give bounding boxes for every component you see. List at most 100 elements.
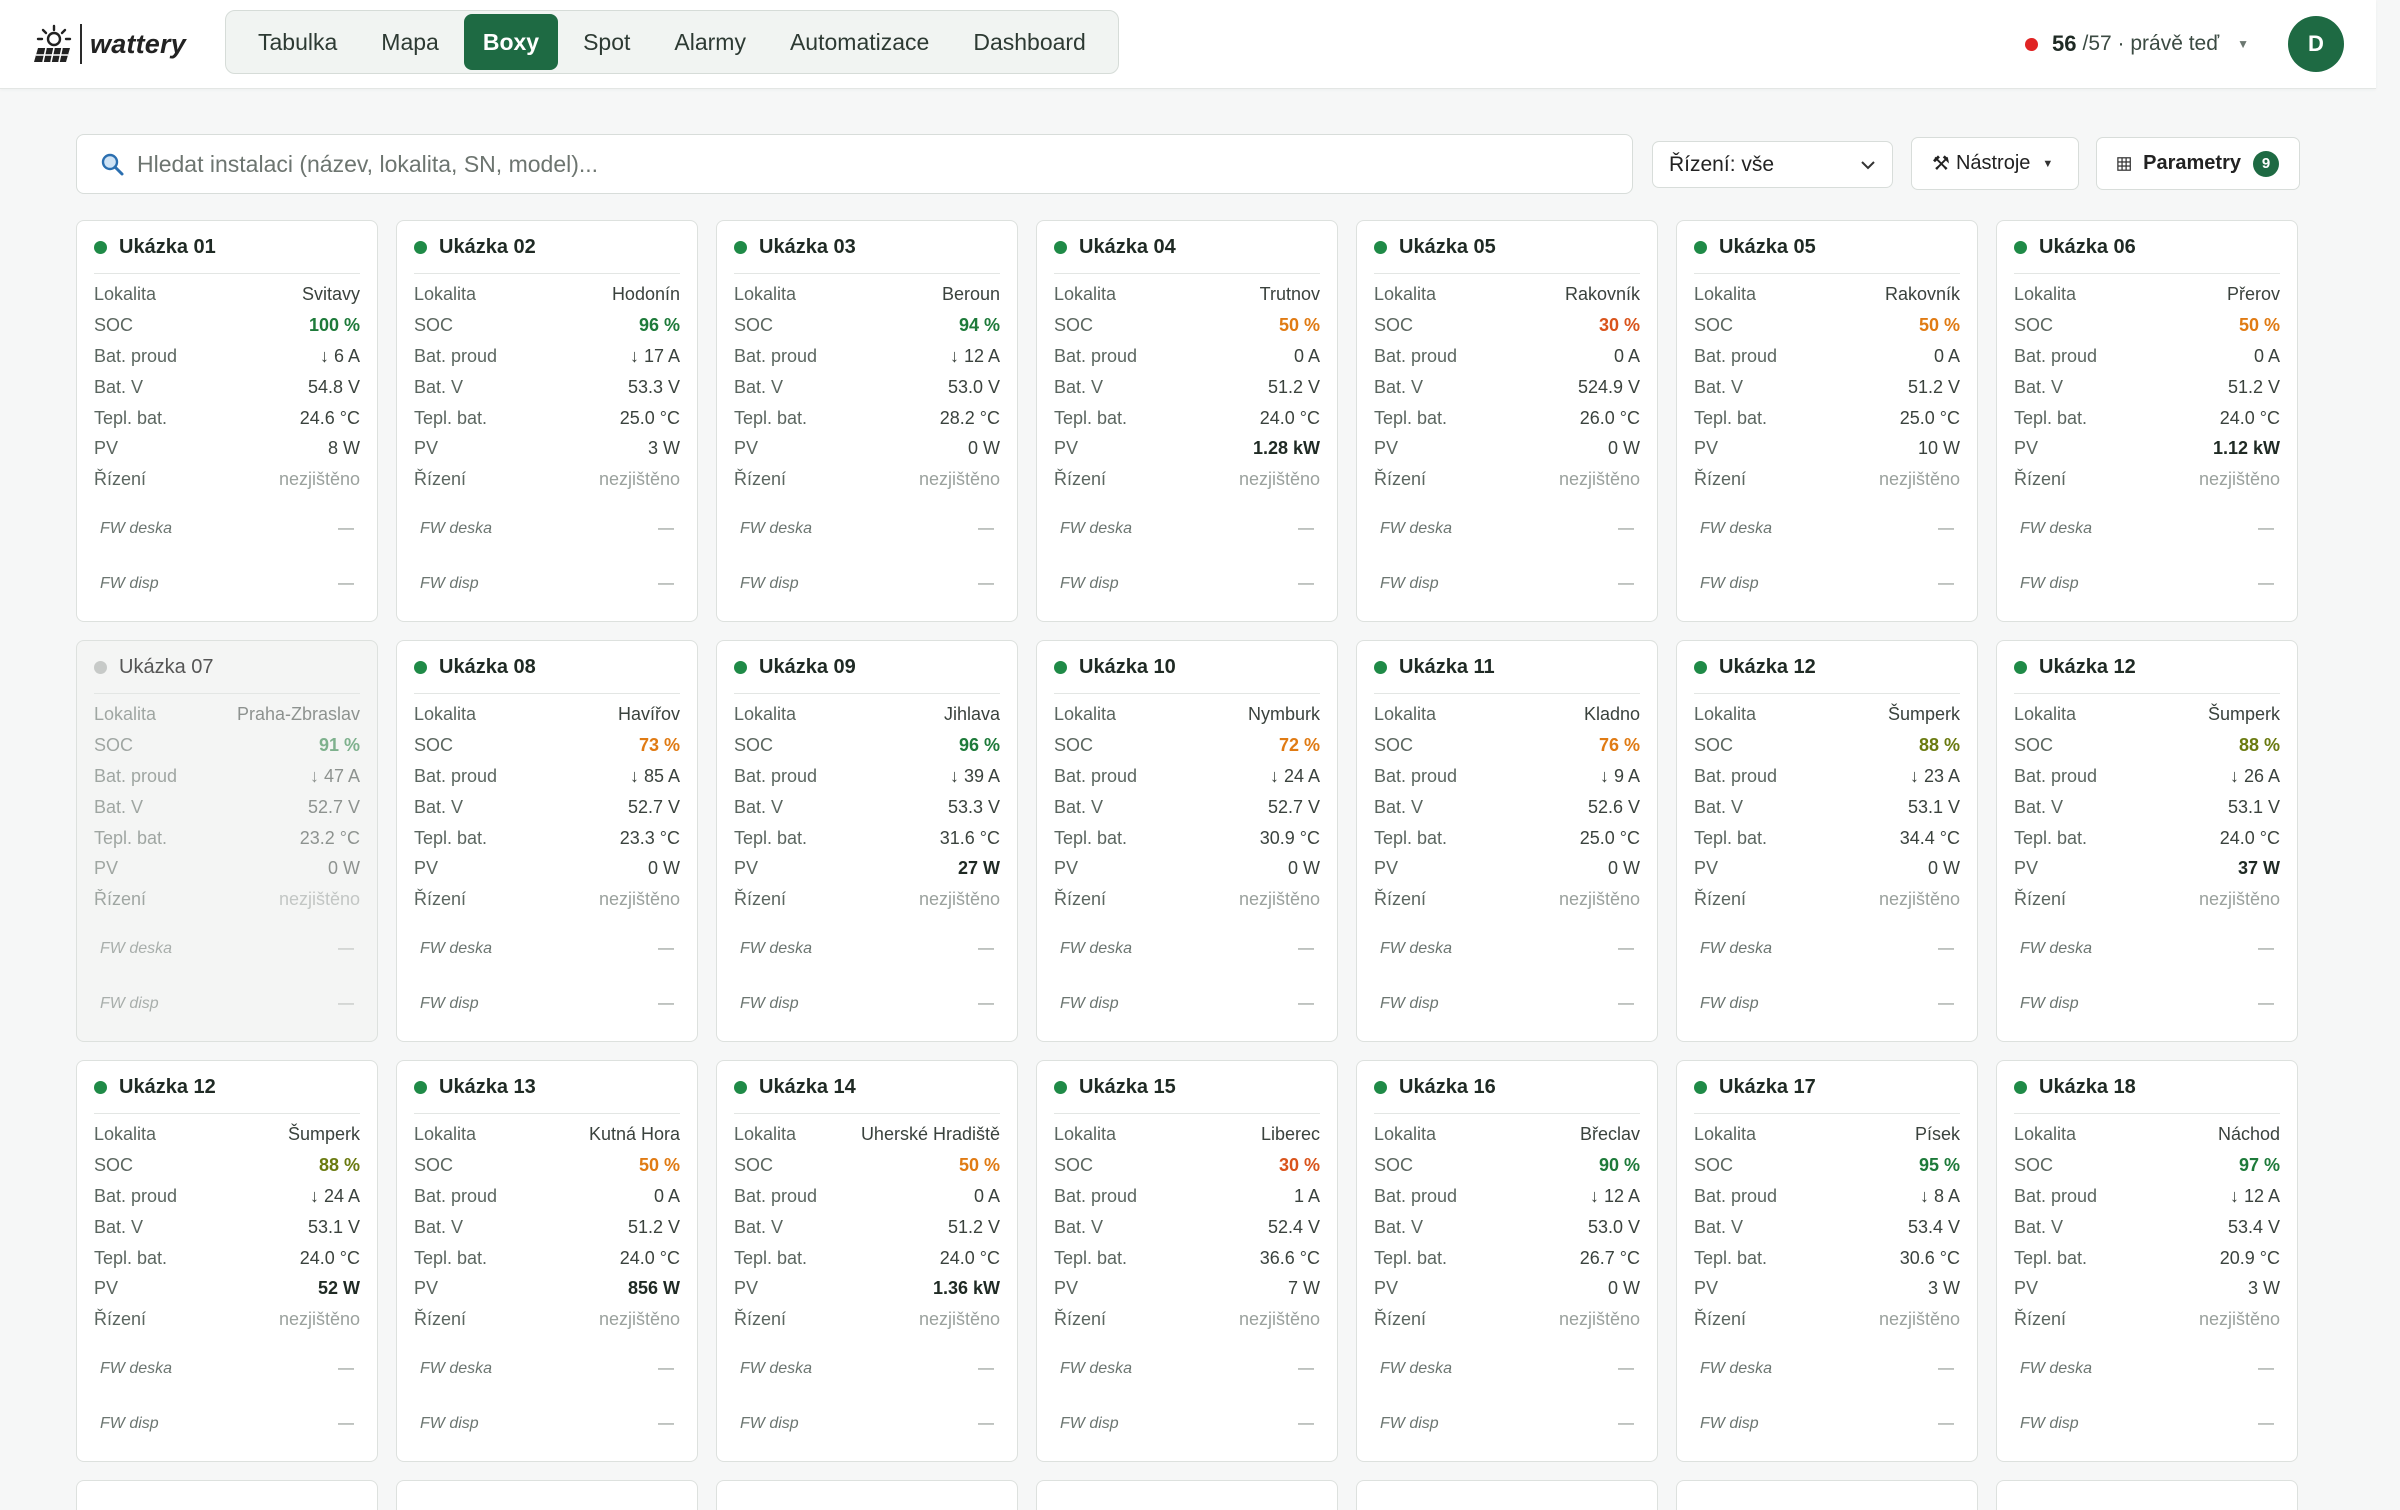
card-title[interactable]: Ukázka 09 <box>759 656 856 679</box>
installation-card-partial[interactable] <box>1996 1480 2298 1510</box>
caret-down-icon: ▼ <box>2237 37 2250 51</box>
metric-label: Bat. V <box>414 796 464 817</box>
installation-card[interactable]: Ukázka 15 Lokalita Liberec SOC 30 % Bat. prou… <box>1036 1060 1338 1462</box>
installation-card[interactable]: Ukázka 18 Lokalita Náchod SOC 97 % Bat. proud… <box>1996 1060 2298 1462</box>
card-title[interactable]: Ukázka 13 <box>439 1076 536 1099</box>
installation-card[interactable]: Ukázka 04 Lokalita Trutnov SOC 50 % Bat. prou… <box>1036 220 1338 622</box>
metric-value: 96 % <box>638 314 680 335</box>
installation-card[interactable]: Ukázka 14 Lokalita Uherské Hradiště SOC 50 %… <box>716 1060 1018 1462</box>
installation-card[interactable]: Ukázka 06 Lokalita Přerov SOC 50 % Bat. proud… <box>1996 220 2298 622</box>
tab-dashboard[interactable]: Dashboard <box>954 14 1105 70</box>
card-title[interactable]: Ukázka 14 <box>759 1076 856 1099</box>
status-dot-icon <box>1694 240 1707 254</box>
metric-battery-temperature: Tepl. bat. 24.0 °C <box>2014 823 2280 854</box>
fw-board-label: FW deska <box>740 1359 813 1377</box>
installation-card-partial[interactable] <box>1356 1480 1658 1510</box>
card-title[interactable]: Ukázka 03 <box>759 236 856 259</box>
card-title[interactable]: Ukázka 12 <box>119 1076 216 1099</box>
installation-card[interactable]: Ukázka 16 Lokalita Břeclav SOC 90 % Bat. prou… <box>1356 1060 1658 1462</box>
metric-soc: SOC 96 % <box>414 310 680 341</box>
card-title[interactable]: Ukázka 06 <box>2039 236 2136 259</box>
installation-card[interactable]: Ukázka 12 Lokalita Šumperk SOC 88 % Bat. prou… <box>1676 640 1978 1042</box>
metric-value: 0 W <box>327 858 360 879</box>
metric-value: nezjištěno <box>1878 469 1960 490</box>
card-title[interactable]: Ukázka 07 <box>119 656 214 679</box>
metric-soc: SOC 96 % <box>734 730 1000 761</box>
card-header: Ukázka 05 <box>1374 221 1640 274</box>
online-status[interactable]: 56 /57 · právě teď ▼ <box>2025 26 2249 62</box>
metric-label: Lokalita <box>2014 1123 2077 1144</box>
installation-card[interactable]: Ukázka 05 Lokalita Rakovník SOC 50 % Bat. pro… <box>1676 220 1978 622</box>
installation-card-partial[interactable] <box>1676 1480 1978 1510</box>
fw-display-label: FW disp <box>740 1414 799 1432</box>
card-title[interactable]: Ukázka 12 <box>1719 656 1816 679</box>
fw-board-row: FW deska — <box>734 921 1000 976</box>
installation-card[interactable]: Ukázka 03 Lokalita Beroun SOC 94 % Bat. proud… <box>716 220 1018 622</box>
installation-card[interactable]: Ukázka 07 Lokalita Praha-Zbraslav SOC 91 % Ba… <box>76 640 378 1042</box>
metric-value: 1.28 kW <box>1252 438 1320 459</box>
parameters-label: Parametry <box>2143 152 2241 174</box>
tools-button[interactable]: ⚒ Nástroje ▼ <box>1911 137 2079 190</box>
installation-card[interactable]: Ukázka 10 Lokalita Nymburk SOC 72 % Bat. prou… <box>1036 640 1338 1042</box>
metric-label: Bat. V <box>1694 376 1744 397</box>
installation-card[interactable]: Ukázka 17 Lokalita Písek SOC 95 % Bat. proud ↓… <box>1676 1060 1978 1462</box>
installation-card-partial[interactable] <box>396 1480 698 1510</box>
brand-logo[interactable]: wattery <box>32 20 186 68</box>
metric-battery-temperature: Tepl. bat. 25.0 °C <box>1694 403 1960 434</box>
card-title[interactable]: Ukázka 15 <box>1079 1076 1176 1099</box>
tab-mapa[interactable]: Mapa <box>362 14 458 70</box>
installation-card[interactable]: Ukázka 01 Lokalita Svitavy SOC 100 % Bat. pro… <box>76 220 378 622</box>
tab-alarmy[interactable]: Alarmy <box>655 14 765 70</box>
installation-card-partial[interactable] <box>716 1480 1018 1510</box>
fw-display-label: FW disp <box>100 1414 159 1432</box>
installation-card[interactable]: Ukázka 11 Lokalita Kladno SOC 76 % Bat. proud… <box>1356 640 1658 1042</box>
metric-label: Bat. V <box>734 1216 784 1237</box>
metric-control: Řízení nezjištěno <box>1694 464 1960 495</box>
metric-pv-power: PV 8 W <box>94 433 360 464</box>
card-title[interactable]: Ukázka 05 <box>1719 236 1816 259</box>
card-title[interactable]: Ukázka 16 <box>1399 1076 1496 1099</box>
installation-card-partial[interactable] <box>1036 1480 1338 1510</box>
metric-control: Řízení nezjištěno <box>734 1304 1000 1335</box>
metric-value: ↓ 26 A <box>2229 765 2280 786</box>
metric-control: Řízení nezjištěno <box>1054 1304 1320 1335</box>
metric-location: Lokalita Beroun <box>734 279 1000 310</box>
metric-battery-voltage: Bat. V 51.2 V <box>414 1212 680 1243</box>
metric-battery-current: Bat. proud ↓ 8 A <box>1694 1181 1960 1212</box>
metric-label: SOC <box>94 1154 134 1175</box>
online-count: 56 <box>2052 31 2077 56</box>
installation-card[interactable]: Ukázka 13 Lokalita Kutná Hora SOC 50 % Bat. p… <box>396 1060 698 1462</box>
parameters-button[interactable]: Parametry 9 <box>2096 137 2300 190</box>
installation-card[interactable]: Ukázka 08 Lokalita Havířov SOC 73 % Bat. prou… <box>396 640 698 1042</box>
card-title[interactable]: Ukázka 18 <box>2039 1076 2136 1099</box>
control-filter-select[interactable]: Řízení: vše <box>1652 141 1893 188</box>
card-title[interactable]: Ukázka 01 <box>119 236 216 259</box>
installation-card[interactable]: Ukázka 12 Lokalita Šumperk SOC 88 % Bat. prou… <box>1996 640 2298 1042</box>
card-metrics: Lokalita Šumperk SOC 88 % Bat. proud ↓ 24 A Ba… <box>94 1114 360 1335</box>
installation-card-partial[interactable] <box>76 1480 378 1510</box>
card-title[interactable]: Ukázka 08 <box>439 656 536 679</box>
tab-boxy[interactable]: Boxy <box>463 14 559 70</box>
card-title[interactable]: Ukázka 17 <box>1719 1076 1816 1099</box>
card-title[interactable]: Ukázka 11 <box>1399 656 1495 679</box>
installation-card[interactable]: Ukázka 02 Lokalita Hodonín SOC 96 % Bat. prou… <box>396 220 698 622</box>
metric-battery-current: Bat. proud ↓ 12 A <box>1374 1181 1640 1212</box>
metric-soc: SOC 73 % <box>414 730 680 761</box>
search-input[interactable] <box>135 149 1539 179</box>
tab-automatizace[interactable]: Automatizace <box>771 14 948 70</box>
installation-card[interactable]: Ukázka 05 Lokalita Rakovník SOC 30 % Bat. pro… <box>1356 220 1658 622</box>
card-title[interactable]: Ukázka 05 <box>1399 236 1496 259</box>
installation-card[interactable]: Ukázka 09 Lokalita Jihlava SOC 96 % Bat. prou… <box>716 640 1018 1042</box>
card-title[interactable]: Ukázka 10 <box>1079 656 1176 679</box>
card-title[interactable]: Ukázka 12 <box>2039 656 2136 679</box>
user-avatar[interactable]: D <box>2288 16 2344 72</box>
fw-display-value: — <box>658 994 674 1012</box>
tab-tabulka[interactable]: Tabulka <box>239 14 356 70</box>
search-box[interactable] <box>76 134 1633 194</box>
metric-battery-temperature: Tepl. bat. 24.0 °C <box>734 1243 1000 1274</box>
card-title[interactable]: Ukázka 02 <box>439 236 536 259</box>
installation-card[interactable]: Ukázka 12 Lokalita Šumperk SOC 88 % Bat. prou… <box>76 1060 378 1462</box>
metric-value: 1.36 kW <box>932 1278 1000 1299</box>
tab-spot[interactable]: Spot <box>564 14 649 70</box>
card-title[interactable]: Ukázka 04 <box>1079 236 1176 259</box>
